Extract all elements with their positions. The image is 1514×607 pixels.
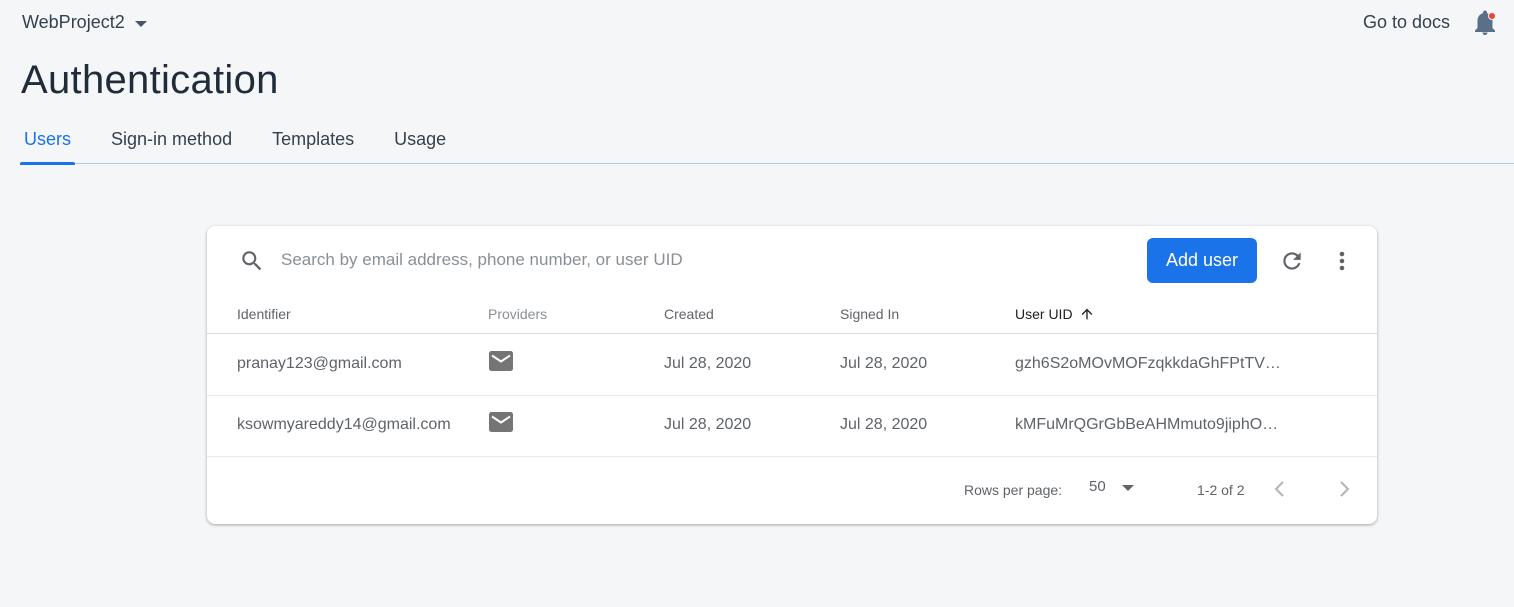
tab-users[interactable]: Users bbox=[20, 128, 76, 165]
column-created[interactable]: Created bbox=[664, 306, 714, 322]
identifier-cell: pranay123@gmail.com bbox=[237, 355, 402, 372]
email-icon bbox=[489, 351, 513, 371]
notification-dot bbox=[1488, 12, 1496, 20]
chevron-right-icon[interactable] bbox=[1335, 478, 1353, 500]
tab-usage[interactable]: Usage bbox=[374, 128, 466, 164]
search-icon bbox=[242, 251, 262, 271]
created-cell: Jul 28, 2020 bbox=[664, 355, 752, 372]
table-row[interactable]: ksowmyareddy14@gmail.com Jul 28, 2020 Ju… bbox=[207, 396, 1377, 457]
table-header: Identifier Providers Created Signed In U… bbox=[207, 296, 1377, 334]
signed-in-cell: Jul 28, 2020 bbox=[840, 416, 928, 433]
pagination-range: 1-2 of 2 bbox=[1197, 482, 1245, 498]
uid-cell: kMFuMrQGrGbBeAHMmuto9jiphO… bbox=[1015, 416, 1279, 433]
arrow-up-icon bbox=[1081, 308, 1092, 320]
caret-down-icon bbox=[134, 20, 147, 27]
uid-cell: gzh6S2oMOvMOFzqkkdaGhFPtTV… bbox=[1015, 355, 1281, 372]
rows-per-page-label: Rows per page: bbox=[964, 482, 1063, 498]
email-icon bbox=[489, 412, 513, 432]
tab-templates[interactable]: Templates bbox=[252, 128, 374, 164]
users-card: Add user Identifier Providers Created Si… bbox=[207, 226, 1377, 524]
signed-in-cell: Jul 28, 2020 bbox=[840, 355, 928, 372]
column-user-uid-label: User UID bbox=[1015, 306, 1073, 322]
search-input[interactable] bbox=[281, 246, 981, 274]
table-row[interactable]: pranay123@gmail.com Jul 28, 2020 Jul 28,… bbox=[207, 335, 1377, 396]
rows-per-page-value: 50 bbox=[1089, 478, 1106, 495]
add-user-button[interactable]: Add user bbox=[1147, 238, 1257, 283]
tab-sign-in-method[interactable]: Sign-in method bbox=[91, 128, 252, 164]
refresh-icon[interactable] bbox=[1279, 248, 1305, 274]
chevron-left-icon[interactable] bbox=[1271, 478, 1289, 500]
search-toolbar: Add user bbox=[207, 226, 1377, 296]
project-name: WebProject2 bbox=[22, 12, 125, 32]
column-providers: Providers bbox=[488, 306, 548, 322]
project-selector[interactable]: WebProject2 bbox=[22, 12, 147, 33]
column-identifier[interactable]: Identifier bbox=[237, 306, 291, 322]
created-cell: Jul 28, 2020 bbox=[664, 416, 752, 433]
column-user-uid[interactable]: User UID bbox=[1015, 306, 1095, 322]
tab-bar: Users Sign-in method Templates Usage bbox=[20, 128, 1514, 165]
notifications-button[interactable] bbox=[1473, 10, 1497, 36]
caret-down-icon bbox=[1121, 484, 1134, 491]
page-title: Authentication bbox=[21, 58, 279, 102]
go-to-docs-link[interactable]: Go to docs bbox=[1363, 12, 1450, 33]
identifier-cell: ksowmyareddy14@gmail.com bbox=[237, 416, 451, 433]
more-vert-icon[interactable] bbox=[1331, 248, 1353, 274]
column-signed-in[interactable]: Signed In bbox=[840, 306, 899, 322]
rows-per-page-select[interactable]: 50 bbox=[1089, 478, 1134, 495]
pagination-footer: Rows per page: 50 1-2 of 2 bbox=[207, 456, 1377, 524]
